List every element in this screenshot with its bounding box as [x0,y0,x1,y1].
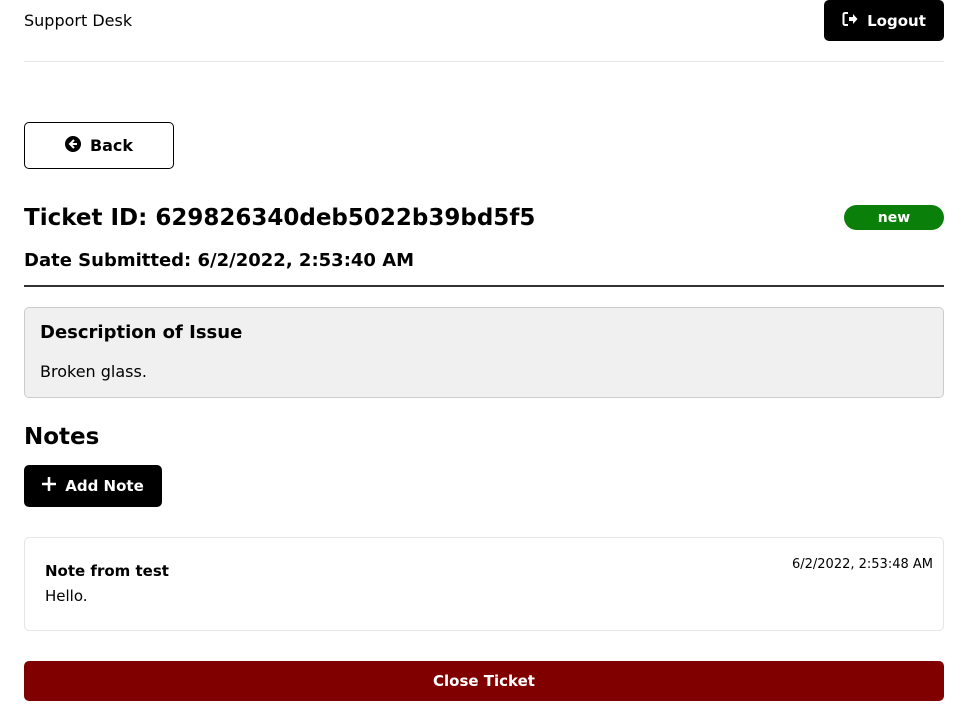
add-note-button[interactable]: Add Note [24,465,162,507]
description-heading: Description of Issue [40,322,243,343]
description-text: Broken glass. [40,362,147,381]
logout-label: Logout [867,11,926,30]
date-submitted: Date Submitted: 6/2/2022, 2:53:40 AM [24,250,415,271]
note-author: Note from test [45,562,169,580]
note-date: 6/2/2022, 2:53:48 AM [791,557,933,572]
add-note-label: Add Note [65,477,144,495]
status-badge: new [844,205,944,230]
plus-icon [41,476,57,495]
app-header: Support Desk Logout [24,0,944,62]
note-text: Hello. [45,587,88,605]
description-box: Description of Issue Broken glass. [24,307,944,398]
arrow-circle-left-icon [64,135,81,156]
logout-button[interactable]: Logout [824,0,944,41]
back-button[interactable]: Back [24,122,174,169]
sign-out-icon [842,11,858,31]
brand-link[interactable]: Support Desk [24,11,132,31]
close-ticket-button[interactable]: Close Ticket [24,661,944,701]
ticket-title: Ticket ID: 629826340deb5022b39bd5f5 [24,205,536,231]
divider [24,285,944,287]
note-card: Note from test 6/2/2022, 2:53:48 AM Hell… [24,537,944,631]
back-label: Back [89,136,134,155]
notes-heading: Notes [24,424,100,450]
